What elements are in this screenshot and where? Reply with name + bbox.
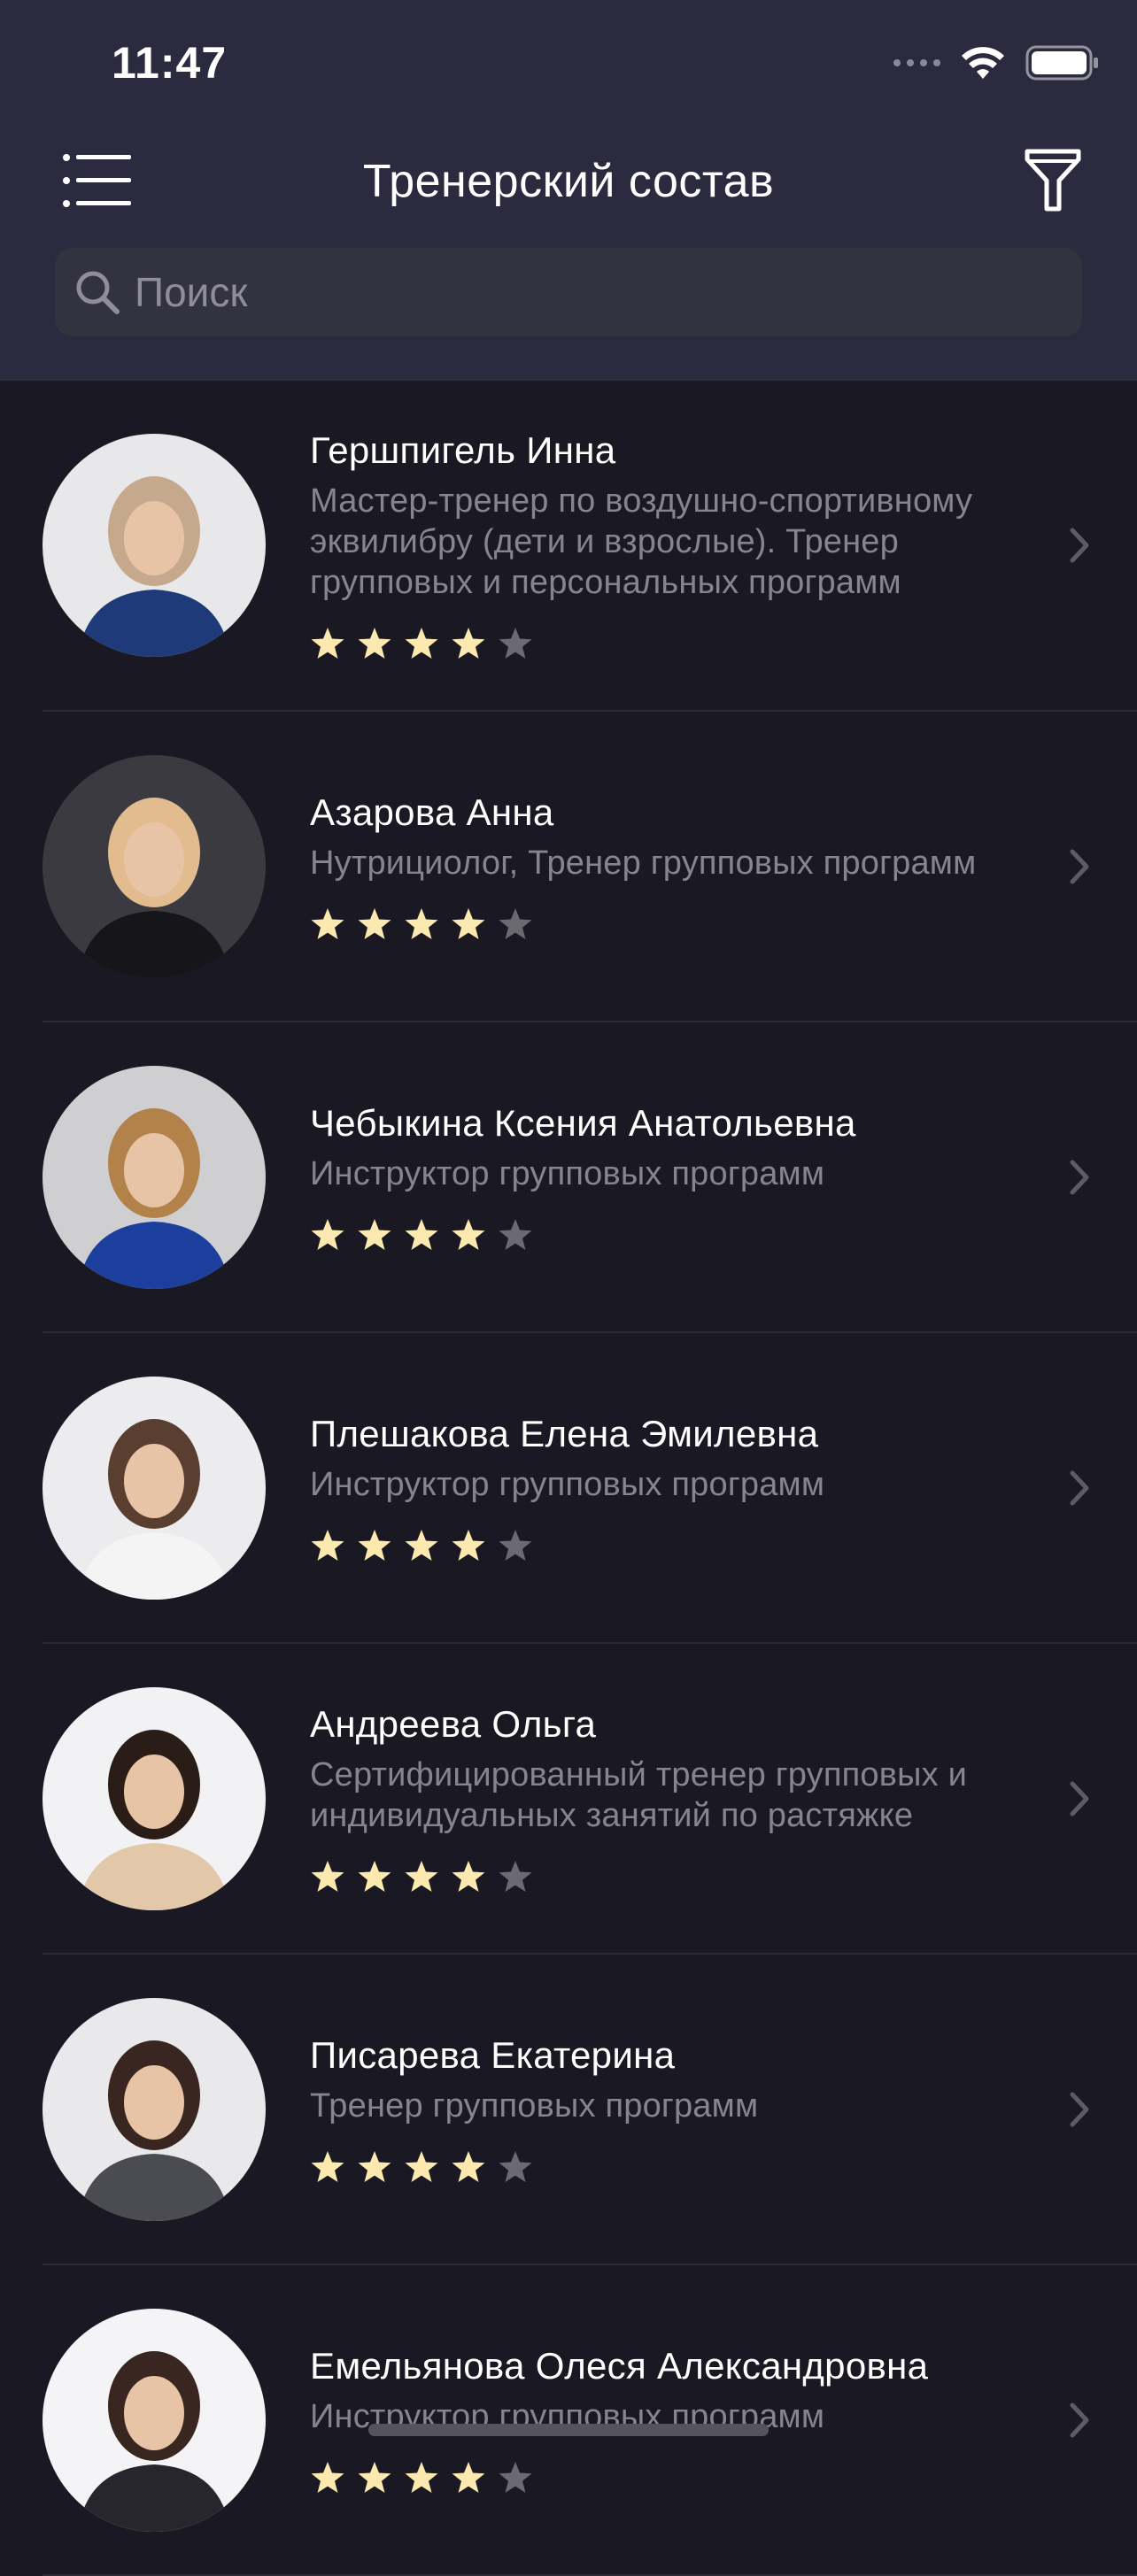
trainer-description: Сертифицированный тренер групповых и инд… bbox=[310, 1755, 968, 1834]
status-time: 11:47 bbox=[112, 38, 228, 88]
star-filled-icon bbox=[405, 628, 438, 659]
trainer-info: Писарева Екатерина Тренер групповых прогр… bbox=[310, 2034, 1031, 2185]
star-filled-icon bbox=[358, 1218, 391, 1250]
avatar bbox=[43, 1997, 266, 2221]
star-empty-icon bbox=[499, 1860, 532, 1892]
star-filled-icon bbox=[311, 907, 344, 939]
star-filled-icon bbox=[405, 2461, 438, 2493]
star-filled-icon bbox=[311, 628, 344, 659]
trainer-info: Азарова Анна Нутрициолог, Тренер групповы… bbox=[310, 791, 1031, 942]
star-filled-icon bbox=[311, 1529, 344, 1561]
page-title: Тренерский состав bbox=[362, 156, 775, 207]
trainer-description: Мастер-тренер по воздушно-спортивному эк… bbox=[310, 482, 973, 601]
rating-stars bbox=[310, 1217, 1031, 1253]
star-empty-icon bbox=[499, 628, 532, 659]
trainer-info: Андреева Ольга Сертифицированный тренер г… bbox=[310, 1703, 1031, 1894]
star-empty-icon bbox=[499, 2461, 532, 2493]
trainer-list: Гершпигель Инна Мастер-тренер по воздушно… bbox=[0, 381, 1137, 2576]
search-icon bbox=[76, 271, 120, 314]
trainer-row[interactable]: Андреева Ольга Сертифицированный тренер г… bbox=[43, 1644, 1137, 1955]
chevron-right-icon bbox=[1070, 528, 1089, 563]
avatar bbox=[43, 1376, 266, 1600]
trainer-info: Плешакова Елена Эмилевна Инструктор групп… bbox=[310, 1413, 1031, 1563]
star-filled-icon bbox=[311, 1860, 344, 1892]
trainer-name: Азарова Анна bbox=[310, 791, 554, 833]
chevron-right-icon bbox=[1070, 849, 1089, 883]
trainer-description: Инструктор групповых программ bbox=[310, 1465, 825, 1503]
trainer-name: Чебыкина Ксения Анатольевна bbox=[310, 1101, 856, 1144]
trainer-row[interactable]: Плешакова Елена Эмилевна Инструктор групп… bbox=[43, 1333, 1137, 1644]
trainer-description: Тренер групповых программ bbox=[310, 2086, 759, 2125]
star-filled-icon bbox=[405, 1218, 438, 1250]
star-filled-icon bbox=[358, 1529, 391, 1561]
search-bar[interactable] bbox=[55, 248, 1082, 336]
star-filled-icon bbox=[311, 2150, 344, 2182]
avatar bbox=[43, 1686, 266, 1910]
star-filled-icon bbox=[311, 1218, 344, 1250]
star-empty-icon bbox=[499, 2150, 532, 2182]
status-icons bbox=[893, 41, 1100, 85]
star-filled-icon bbox=[311, 2461, 344, 2493]
star-filled-icon bbox=[452, 1218, 485, 1250]
star-empty-icon bbox=[499, 907, 532, 939]
search-input[interactable] bbox=[133, 267, 1022, 317]
chevron-right-icon bbox=[1070, 1470, 1089, 1505]
rating-stars bbox=[310, 1528, 1031, 1563]
home-indicator bbox=[368, 2424, 769, 2436]
trainer-row[interactable]: Гершпигель Инна Мастер-тренер по воздушно… bbox=[43, 381, 1137, 712]
star-filled-icon bbox=[405, 907, 438, 939]
star-empty-icon bbox=[499, 1529, 532, 1561]
trainer-info: Гершпигель Инна Мастер-тренер по воздушно… bbox=[310, 429, 1031, 661]
trainer-name: Плешакова Елена Эмилевна bbox=[310, 1412, 819, 1454]
star-filled-icon bbox=[452, 1860, 485, 1892]
chevron-right-icon bbox=[1070, 1160, 1089, 1194]
trainer-info: Чебыкина Ксения Анатольевна Инструктор гр… bbox=[310, 1102, 1031, 1253]
star-filled-icon bbox=[452, 1529, 485, 1561]
trainer-row[interactable]: Азарова Анна Нутрициолог, Тренер групповы… bbox=[43, 712, 1137, 1022]
trainer-name: Гершпигель Инна bbox=[310, 429, 616, 471]
star-filled-icon bbox=[405, 1529, 438, 1561]
star-filled-icon bbox=[358, 628, 391, 659]
rating-stars bbox=[310, 1859, 1031, 1894]
trainer-info: Емельянова Олеся Александровна Инструктор… bbox=[310, 2345, 1031, 2495]
star-filled-icon bbox=[405, 1860, 438, 1892]
rating-stars bbox=[310, 626, 1031, 661]
chevron-right-icon bbox=[1070, 2092, 1089, 2126]
avatar bbox=[43, 1065, 266, 1289]
rating-stars bbox=[310, 906, 1031, 942]
star-filled-icon bbox=[358, 907, 391, 939]
chevron-right-icon bbox=[1070, 2402, 1089, 2437]
trainer-name: Писарева Екатерина bbox=[310, 2033, 676, 2076]
star-filled-icon bbox=[358, 1860, 391, 1892]
star-filled-icon bbox=[358, 2150, 391, 2182]
cellular-signal-icon bbox=[893, 59, 940, 66]
trainer-name: Андреева Ольга bbox=[310, 1702, 597, 1745]
rating-stars bbox=[310, 2460, 1031, 2495]
star-empty-icon bbox=[499, 1218, 532, 1250]
filter-icon[interactable] bbox=[1024, 147, 1082, 214]
star-filled-icon bbox=[452, 2461, 485, 2493]
trainer-description: Инструктор групповых программ bbox=[310, 1154, 825, 1192]
star-filled-icon bbox=[452, 2150, 485, 2182]
trainer-description: Нутрициолог, Тренер групповых программ bbox=[310, 844, 977, 882]
star-filled-icon bbox=[358, 2461, 391, 2493]
rating-stars bbox=[310, 2149, 1031, 2185]
avatar bbox=[43, 434, 266, 657]
avatar bbox=[43, 754, 266, 978]
trainer-row[interactable]: Емельянова Олеся Александровна Инструктор… bbox=[43, 2265, 1137, 2576]
trainer-row[interactable]: Писарева Екатерина Тренер групповых прогр… bbox=[43, 1955, 1137, 2265]
star-filled-icon bbox=[452, 628, 485, 659]
trainer-row[interactable]: Чебыкина Ксения Анатольевна Инструктор гр… bbox=[43, 1022, 1137, 1333]
trainer-name: Емельянова Олеся Александровна bbox=[310, 2344, 929, 2387]
star-filled-icon bbox=[452, 907, 485, 939]
battery-icon bbox=[1025, 44, 1100, 81]
avatar bbox=[43, 2308, 266, 2532]
star-filled-icon bbox=[405, 2150, 438, 2182]
header: 11:47 Тренерский состав Поиск bbox=[0, 0, 1137, 381]
chevron-right-icon bbox=[1070, 1781, 1089, 1816]
wifi-icon bbox=[960, 45, 1006, 81]
